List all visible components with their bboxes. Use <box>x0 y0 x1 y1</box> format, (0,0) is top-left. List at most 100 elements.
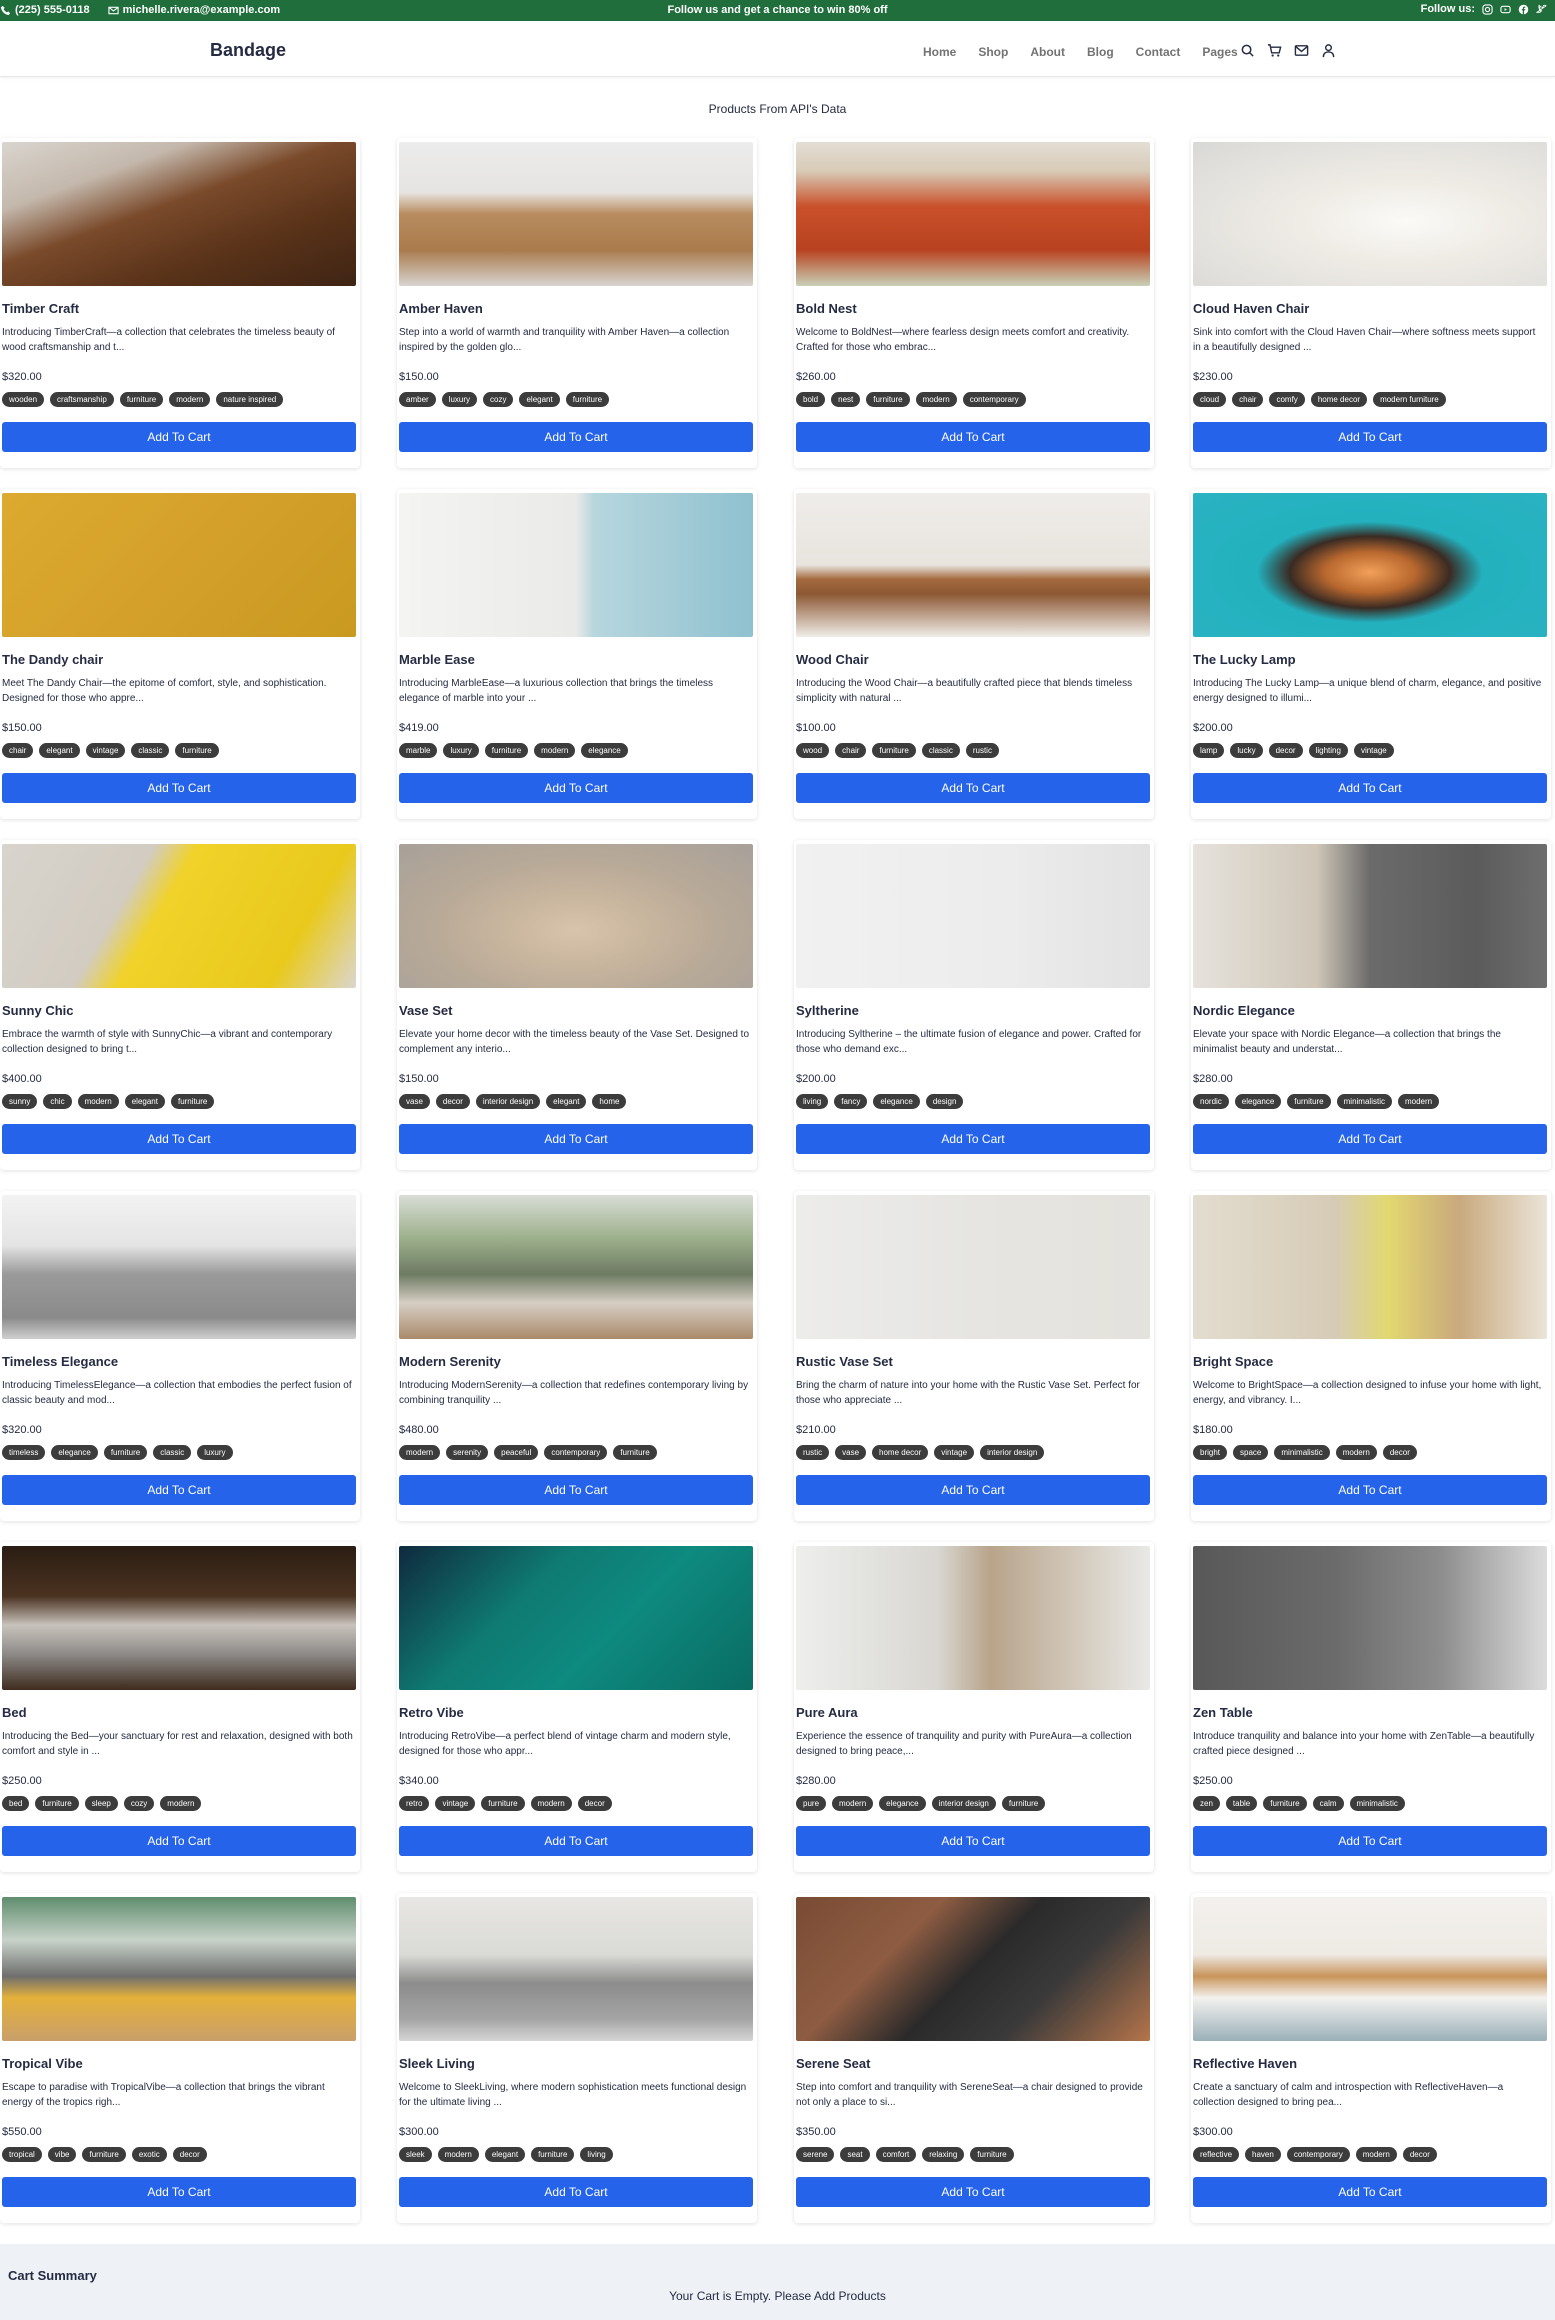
product-image[interactable] <box>399 142 753 286</box>
youtube-icon[interactable] <box>1500 4 1511 15</box>
product-tag: nordic <box>1193 1094 1229 1109</box>
brand-logo[interactable]: Bandage <box>210 40 286 61</box>
email-address[interactable]: michelle.rivera@example.com <box>123 4 280 16</box>
product-tags: wood chair furniture classic rustic <box>796 743 999 758</box>
product-tag: bold <box>796 392 826 407</box>
product-image[interactable] <box>399 1546 753 1690</box>
product-title[interactable]: Amber Haven <box>399 301 483 316</box>
product-image[interactable] <box>1193 1546 1547 1690</box>
product-title[interactable]: Timber Craft <box>2 301 79 316</box>
add-to-cart-button[interactable]: Add To Cart <box>2 1124 356 1154</box>
add-to-cart-button[interactable]: Add To Cart <box>2 773 356 803</box>
product-image[interactable] <box>796 142 1150 286</box>
product-title[interactable]: Vase Set <box>399 1003 453 1018</box>
product-title[interactable]: Reflective Haven <box>1193 2056 1297 2071</box>
product-title[interactable]: The Lucky Lamp <box>1193 652 1296 667</box>
product-image[interactable] <box>796 1897 1150 2041</box>
product-title[interactable]: Cloud Haven Chair <box>1193 301 1309 316</box>
product-title[interactable]: Serene Seat <box>796 2056 870 2071</box>
add-to-cart-button[interactable]: Add To Cart <box>796 2177 1150 2207</box>
product-image[interactable] <box>796 844 1150 988</box>
product-image[interactable] <box>2 142 356 286</box>
product-tag: contemporary <box>1286 2147 1350 2162</box>
search-icon[interactable] <box>1240 43 1255 58</box>
product-image[interactable] <box>2 1897 356 2041</box>
phone-number[interactable]: (225) 555-0118 <box>15 4 90 16</box>
add-to-cart-button[interactable]: Add To Cart <box>2 1475 356 1505</box>
add-to-cart-button[interactable]: Add To Cart <box>1193 1124 1547 1154</box>
product-title[interactable]: Tropical Vibe <box>2 2056 83 2071</box>
instagram-icon[interactable] <box>1482 3 1493 15</box>
product-image[interactable] <box>2 844 356 988</box>
add-to-cart-button[interactable]: Add To Cart <box>399 773 753 803</box>
product-image[interactable] <box>1193 493 1547 637</box>
add-to-cart-button[interactable]: Add To Cart <box>1193 1475 1547 1505</box>
product-title[interactable]: Syltherine <box>796 1003 859 1018</box>
nav-shop[interactable]: Shop <box>978 45 1008 59</box>
product-image[interactable] <box>399 493 753 637</box>
add-to-cart-button[interactable]: Add To Cart <box>1193 2177 1547 2207</box>
add-to-cart-button[interactable]: Add To Cart <box>1193 1826 1547 1856</box>
product-image[interactable] <box>2 1195 356 1339</box>
add-to-cart-button[interactable]: Add To Cart <box>2 2177 356 2207</box>
product-title[interactable]: Rustic Vase Set <box>796 1354 893 1369</box>
product-image[interactable] <box>1193 1897 1547 2041</box>
add-to-cart-button[interactable]: Add To Cart <box>1193 773 1547 803</box>
add-to-cart-button[interactable]: Add To Cart <box>1193 422 1547 452</box>
product-title[interactable]: Pure Aura <box>796 1705 858 1720</box>
add-to-cart-button[interactable]: Add To Cart <box>796 422 1150 452</box>
product-title[interactable]: Wood Chair <box>796 652 869 667</box>
product-image[interactable] <box>1193 1195 1547 1339</box>
product-image[interactable] <box>796 1195 1150 1339</box>
main-nav: Home Shop About Blog Contact Pages <box>923 45 1238 59</box>
product-price: $280.00 <box>1193 1073 1233 1085</box>
product-title[interactable]: Modern Serenity <box>399 1354 501 1369</box>
product-image[interactable] <box>2 493 356 637</box>
add-to-cart-button[interactable]: Add To Cart <box>399 1124 753 1154</box>
product-tag: chic <box>43 1094 72 1109</box>
user-icon[interactable] <box>1321 43 1336 58</box>
cart-icon[interactable] <box>1267 43 1282 58</box>
nav-about[interactable]: About <box>1030 45 1065 59</box>
product-image[interactable] <box>2 1546 356 1690</box>
nav-contact[interactable]: Contact <box>1136 45 1181 59</box>
add-to-cart-button[interactable]: Add To Cart <box>2 422 356 452</box>
product-title[interactable]: Bold Nest <box>796 301 857 316</box>
product-title[interactable]: Bed <box>2 1705 27 1720</box>
product-title[interactable]: Bright Space <box>1193 1354 1273 1369</box>
nav-blog[interactable]: Blog <box>1087 45 1114 59</box>
product-title[interactable]: Sleek Living <box>399 2056 475 2071</box>
nav-home[interactable]: Home <box>923 45 956 59</box>
add-to-cart-button[interactable]: Add To Cart <box>399 422 753 452</box>
twitter-icon[interactable] <box>1536 4 1547 15</box>
product-image[interactable] <box>399 1897 753 2041</box>
product-image[interactable] <box>796 1546 1150 1690</box>
product-title[interactable]: Zen Table <box>1193 1705 1253 1720</box>
product-title[interactable]: Retro Vibe <box>399 1705 464 1720</box>
product-image[interactable] <box>1193 142 1547 286</box>
product-price: $300.00 <box>1193 2126 1233 2138</box>
add-to-cart-button[interactable]: Add To Cart <box>796 1475 1150 1505</box>
product-title[interactable]: Sunny Chic <box>2 1003 74 1018</box>
product-image[interactable] <box>1193 844 1547 988</box>
add-to-cart-button[interactable]: Add To Cart <box>2 1826 356 1856</box>
add-to-cart-button[interactable]: Add To Cart <box>399 2177 753 2207</box>
product-tag: vase <box>835 1445 867 1460</box>
product-tag: lamp <box>1193 743 1225 758</box>
facebook-icon[interactable] <box>1518 4 1529 15</box>
mail-icon[interactable] <box>1294 43 1309 58</box>
product-title[interactable]: The Dandy chair <box>2 652 103 667</box>
product-image[interactable] <box>399 1195 753 1339</box>
product-title[interactable]: Timeless Elegance <box>2 1354 118 1369</box>
add-to-cart-button[interactable]: Add To Cart <box>399 1475 753 1505</box>
product-image[interactable] <box>399 844 753 988</box>
add-to-cart-button[interactable]: Add To Cart <box>796 1124 1150 1154</box>
nav-pages[interactable]: Pages <box>1202 45 1237 59</box>
add-to-cart-button[interactable]: Add To Cart <box>399 1826 753 1856</box>
product-description: Bring the charm of nature into your home… <box>796 1380 1140 1406</box>
add-to-cart-button[interactable]: Add To Cart <box>796 1826 1150 1856</box>
add-to-cart-button[interactable]: Add To Cart <box>796 773 1150 803</box>
product-image[interactable] <box>796 493 1150 637</box>
product-title[interactable]: Nordic Elegance <box>1193 1003 1295 1018</box>
product-title[interactable]: Marble Ease <box>399 652 475 667</box>
